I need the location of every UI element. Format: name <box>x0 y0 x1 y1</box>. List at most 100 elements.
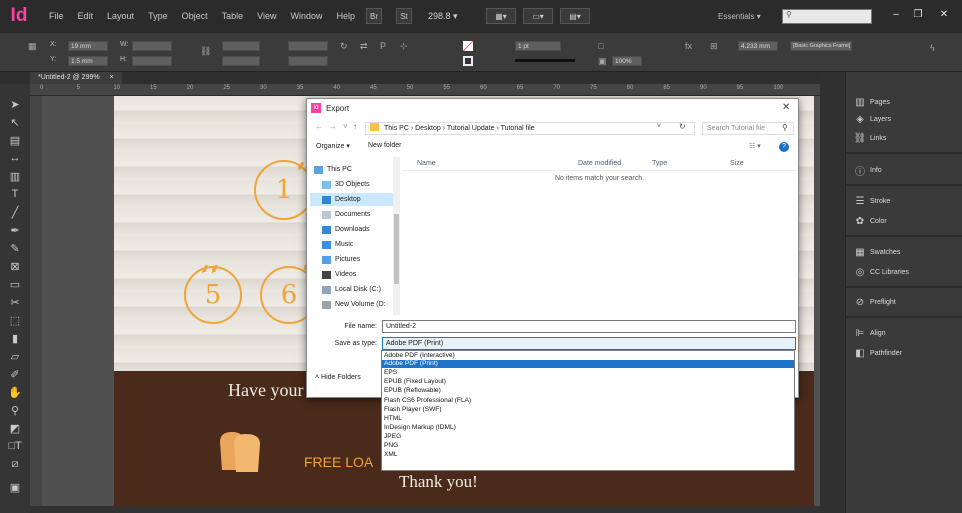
type-option-eps[interactable]: EPS <box>382 369 794 377</box>
type-option-png[interactable]: PNG <box>382 442 794 450</box>
flip-icon[interactable]: ⇄ <box>360 41 368 52</box>
view-options-icon[interactable]: ▦▾ <box>486 8 516 24</box>
type-option-pdf-print[interactable]: Adobe PDF (Print) <box>382 360 794 369</box>
reference-point-icon[interactable]: ▦ <box>28 41 37 52</box>
fx-icon[interactable]: fx <box>685 41 692 51</box>
type-option-epub-fixed[interactable]: EPUB (Fixed Layout) <box>382 378 794 386</box>
rectangle-tool-icon[interactable]: ▭ <box>5 276 25 292</box>
height-field[interactable] <box>132 56 172 66</box>
arrange-documents-icon[interactable]: ▤▾ <box>560 8 590 24</box>
pencil-tool-icon[interactable]: ✎ <box>5 240 25 256</box>
panel-links[interactable]: ⛓ Links <box>846 128 962 148</box>
column-type[interactable]: Type <box>652 160 667 167</box>
panel-stroke[interactable]: ☰ Stroke <box>846 191 962 211</box>
type-option-xml[interactable]: XML <box>382 451 794 459</box>
object-style-field[interactable]: [Basic Graphics Frame] <box>790 41 852 51</box>
panel-cc-libraries[interactable]: ◎ CC Libraries <box>846 262 962 282</box>
nav-item-music[interactable]: Music <box>310 238 398 251</box>
refresh-icon[interactable]: ↻ <box>679 122 686 131</box>
select-container-icon[interactable]: P <box>380 41 386 51</box>
dialog-title-bar[interactable] <box>307 99 798 119</box>
menu-table[interactable]: Table <box>215 11 251 21</box>
menu-object[interactable]: Object <box>175 11 215 21</box>
type-option-pdf-interactive[interactable]: Adobe PDF (Interactive) <box>382 352 794 360</box>
nav-item-videos[interactable]: Videos <box>310 268 398 281</box>
type-option-idml[interactable]: InDesign Markup (IDML) <box>382 424 794 432</box>
rectangle-frame-tool-icon[interactable]: ⊠ <box>5 258 25 274</box>
type-tool-icon[interactable]: T <box>5 186 25 202</box>
type-option-jpeg[interactable]: JPEG <box>382 433 794 441</box>
workspace-switcher[interactable]: Essentials ▾ <box>718 12 761 21</box>
address-bar[interactable]: This PC › Desktop › Tutorial Update › Tu… <box>365 122 695 135</box>
fill-swatch[interactable] <box>463 41 473 51</box>
menu-help[interactable]: Help <box>329 11 362 21</box>
drop-shadow-icon[interactable]: ▣ <box>598 56 607 67</box>
content-collector-icon[interactable]: ▥ <box>5 168 25 184</box>
panel-align[interactable]: ⊫ Align <box>846 323 962 343</box>
column-size[interactable]: Size <box>730 160 744 167</box>
select-content-icon[interactable]: ⊹ <box>400 41 408 52</box>
help-button[interactable]: ? <box>779 142 789 152</box>
line-tool-icon[interactable]: ╱ <box>5 204 25 220</box>
text-wrap-icon[interactable]: ⊞ <box>710 41 718 52</box>
panel-preflight[interactable]: ⊘ Preflight <box>846 292 962 312</box>
stroke-offset-field[interactable]: 4.233 mm <box>738 41 778 51</box>
shear-field[interactable] <box>288 56 328 66</box>
minimize-button[interactable]: – <box>884 9 908 20</box>
direct-selection-tool-icon[interactable]: ↖ <box>5 114 25 130</box>
column-name[interactable]: Name <box>417 160 436 167</box>
opacity-field[interactable]: 100% <box>612 56 642 66</box>
gradient-tool-icon[interactable]: ▮ <box>5 330 25 346</box>
type-option-epub-reflowable[interactable]: EPUB (Reflowable) <box>382 387 794 395</box>
maximize-button[interactable]: ❐ <box>906 9 930 20</box>
free-transform-tool-icon[interactable]: ⬚ <box>5 312 25 328</box>
selection-tool-icon[interactable]: ➤ <box>5 96 25 112</box>
scissors-tool-icon[interactable]: ✂ <box>5 294 25 310</box>
bridge-button[interactable]: Br <box>366 8 382 24</box>
constrain-proportions-icon[interactable]: ⛓ <box>200 46 211 57</box>
panel-color[interactable]: ✿ Color <box>846 211 962 231</box>
zoom-level[interactable]: 298.8 ▾ <box>428 11 458 22</box>
chevron-down-icon[interactable]: ˅ <box>657 123 661 130</box>
type-option-swf[interactable]: Flash Player (SWF) <box>382 406 794 414</box>
nav-item-documents[interactable]: Documents <box>310 208 398 221</box>
stroke-type-selector[interactable] <box>515 59 575 62</box>
new-folder-button[interactable]: New folder <box>368 142 401 149</box>
forward-arrow-icon[interactable]: → <box>329 122 337 131</box>
scrollbar-thumb[interactable] <box>394 214 399 284</box>
panel-layers[interactable]: ◈ Layers <box>846 109 962 129</box>
nav-item-pictures[interactable]: Pictures <box>310 253 398 266</box>
column-date-modified[interactable]: Date modified <box>578 160 621 167</box>
stroke-weight-field[interactable]: 1 pt <box>515 41 561 51</box>
scale-y-field[interactable] <box>222 56 260 66</box>
stock-button[interactable]: St <box>396 8 412 24</box>
screen-mode-icon[interactable]: ▭▾ <box>523 8 553 24</box>
quick-apply-icon[interactable]: ϟ <box>930 43 935 53</box>
page-tool-icon[interactable]: ▤ <box>5 132 25 148</box>
stock-search-input[interactable]: ⚲ <box>782 9 872 24</box>
horizontal-ruler[interactable]: 0 5 10 15 20 25 30 35 40 45 50 55 60 65 70 75 80 85 90 95 10… <box>30 84 820 96</box>
dialog-close-button[interactable]: ✕ <box>782 102 790 113</box>
view-options-icon[interactable]: ☷ ▾ <box>749 142 761 150</box>
width-field[interactable] <box>132 41 172 51</box>
save-as-type-select[interactable]: Adobe PDF (Print) <box>382 337 796 350</box>
back-arrow-icon[interactable]: ← <box>315 122 323 131</box>
hide-folders-button[interactable]: ˄ Hide Folders <box>315 374 361 381</box>
organize-button[interactable]: Organize ▾ <box>316 142 350 150</box>
x-position-field[interactable]: 19 mm <box>68 41 108 51</box>
vertical-ruler[interactable] <box>30 96 42 506</box>
recent-locations-icon[interactable]: ˅ <box>343 122 348 131</box>
document-tab[interactable]: *Untitled-2 @ 299% × <box>30 72 122 84</box>
panel-info[interactable]: ⓘ Info <box>846 160 962 180</box>
stroke-swatch[interactable] <box>463 56 473 66</box>
nav-item-downloads[interactable]: Downloads <box>310 223 398 236</box>
nav-item-3d-objects[interactable]: 3D Objects <box>310 178 398 191</box>
menu-window[interactable]: Window <box>283 11 329 21</box>
menu-type[interactable]: Type <box>141 11 175 21</box>
pen-tool-icon[interactable]: ✒ <box>5 222 25 238</box>
fill-stroke-icon[interactable]: ◩ <box>5 420 25 436</box>
type-option-html[interactable]: HTML <box>382 415 794 423</box>
scale-x-field[interactable] <box>222 41 260 51</box>
search-folder-input[interactable]: Search Tutorial file <box>702 122 794 135</box>
up-arrow-icon[interactable]: ↑ <box>353 122 357 131</box>
